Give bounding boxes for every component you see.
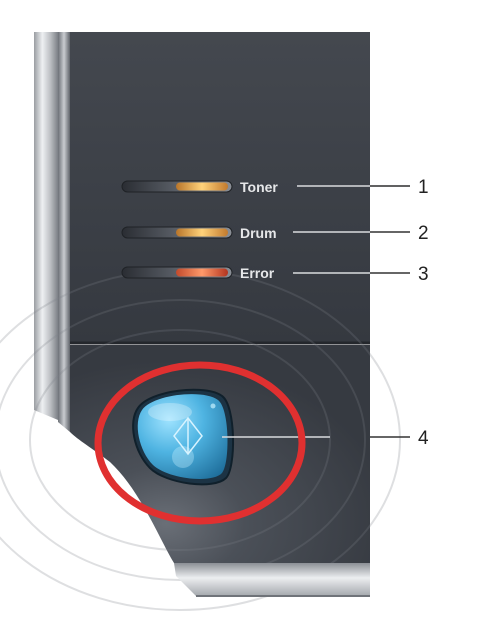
callout-3: 3 [418, 264, 429, 285]
callout-1: 1 [418, 177, 429, 198]
callout-4: 4 [418, 428, 429, 449]
printer-control-panel-diagram: Toner 1 Drum 2 Error 3 4 [0, 32, 429, 611]
callout-2: 2 [418, 223, 429, 244]
bottom-lip [174, 563, 370, 596]
error-led [176, 268, 228, 277]
toner-led [176, 182, 228, 191]
drum-led [176, 228, 228, 237]
go-button-highlight [148, 403, 192, 421]
toner-label: Toner [240, 179, 278, 195]
go-button-indicator-dot [210, 403, 216, 409]
panel-outer-edge [34, 32, 58, 420]
error-label: Error [240, 265, 275, 281]
drum-label: Drum [240, 225, 277, 241]
go-button-glow [172, 446, 194, 468]
panel-inner-edge [58, 32, 70, 432]
